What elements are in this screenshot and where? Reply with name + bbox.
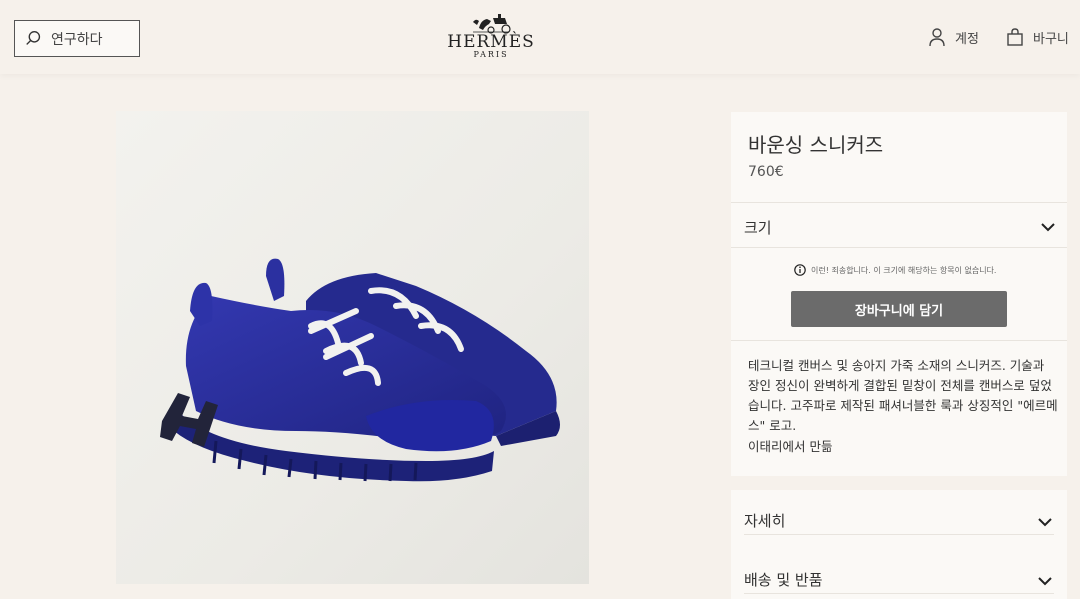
notice-text: 이런! 죄송합니다. 이 크기에 해당하는 항목이 없습니다. xyxy=(811,265,997,275)
accordion-shipping[interactable]: 배송 및 반품 xyxy=(744,549,1054,594)
product-info-panel: 바운싱 스니커즈 760€ 크기 이런! 죄송합니다. 이 크기에 해당하는 항… xyxy=(731,112,1067,476)
chevron-down-icon xyxy=(1038,577,1052,586)
info-icon xyxy=(794,264,806,276)
search-input[interactable]: 연구하다 xyxy=(51,29,103,49)
sneaker-image xyxy=(160,258,560,482)
carriage-logo-icon xyxy=(473,14,511,34)
accordion-details[interactable]: 자세히 xyxy=(744,490,1054,535)
user-icon xyxy=(929,28,945,47)
account-label: 계정 xyxy=(955,31,979,47)
product-price: 760€ xyxy=(748,164,784,180)
accordion-panel: 자세히 배송 및 반품 xyxy=(731,490,1067,599)
divider xyxy=(731,340,1067,341)
size-label: 크기 xyxy=(744,219,772,237)
cart-link[interactable]: 바구니 xyxy=(1006,27,1069,47)
search-box[interactable]: 연구하다 xyxy=(14,20,140,57)
logo-wordmark: HERMÈS xyxy=(447,32,535,52)
product-description: 테크니컬 캔버스 및 송아지 가죽 소재의 스니커즈. 기술과 장인 정신이 완… xyxy=(748,358,1058,433)
product-title: 바운싱 스니커즈 xyxy=(748,133,884,157)
cart-label: 바구니 xyxy=(1033,31,1069,47)
chevron-down-icon xyxy=(1041,223,1055,232)
product-origin: 이태리에서 만듦 xyxy=(748,439,833,454)
product-image[interactable] xyxy=(116,111,589,584)
accordion-label: 배송 및 반품 xyxy=(744,571,823,589)
accordion-label: 자세히 xyxy=(744,512,786,530)
add-to-cart-button[interactable]: 장바구니에 담기 xyxy=(791,291,1007,327)
size-notice: 이런! 죄송합니다. 이 크기에 해당하는 항목이 없습니다. xyxy=(794,264,996,276)
search-icon xyxy=(26,31,41,45)
size-selector[interactable]: 크기 xyxy=(731,202,1067,248)
chevron-down-icon xyxy=(1038,518,1052,527)
account-link[interactable]: 계정 xyxy=(928,27,979,47)
bag-icon xyxy=(1007,28,1023,46)
hermes-logo[interactable]: HERMÈS PARIS xyxy=(446,12,536,62)
site-header: 연구하다 HERMÈS PARIS 계정 바구니 xyxy=(0,0,1080,74)
